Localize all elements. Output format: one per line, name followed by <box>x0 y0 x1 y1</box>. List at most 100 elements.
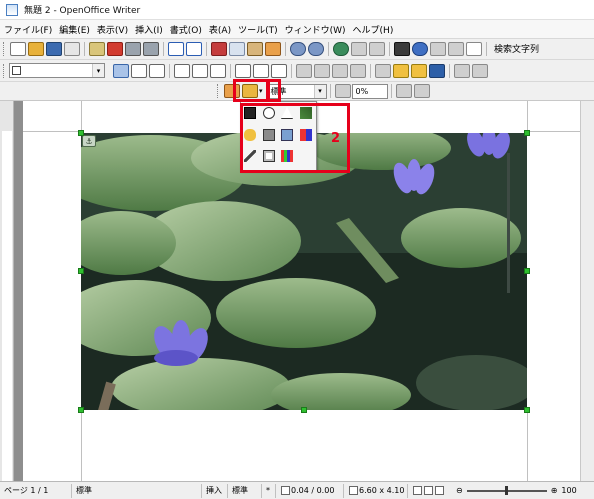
arrange-icon[interactable] <box>411 63 427 78</box>
vertical-ruler <box>0 101 14 481</box>
chevron-down-icon[interactable]: ▾ <box>92 64 104 77</box>
selection-mode[interactable]: 標準 <box>228 483 262 498</box>
anchor-icon[interactable] <box>429 63 445 78</box>
text-boundary <box>81 101 82 131</box>
redo-icon[interactable] <box>308 41 324 56</box>
menu-table[interactable]: 表(A) <box>209 23 231 36</box>
navigator-icon[interactable] <box>412 41 428 56</box>
align-center-icon[interactable] <box>192 63 208 78</box>
border-icon[interactable] <box>296 63 312 78</box>
undo-icon[interactable] <box>290 41 306 56</box>
toolbar-grip[interactable] <box>3 41 6 56</box>
menu-view[interactable]: 表示(V) <box>97 23 128 36</box>
selection-handle-bottom-left[interactable] <box>78 407 84 413</box>
picture-toolbar: ▾ 標準 ▾ 0% <box>0 81 594 101</box>
flip-vertical-icon[interactable] <box>395 84 412 98</box>
water-lily-photo[interactable] <box>81 133 527 410</box>
toolbar-grip[interactable] <box>217 84 220 98</box>
paste-icon[interactable] <box>247 41 263 56</box>
chevron-down-icon[interactable]: ▾ <box>313 84 326 98</box>
background-color-icon[interactable] <box>350 63 366 78</box>
cursor-position: 0.04 / 0.00 <box>276 483 344 498</box>
text-boundary <box>81 410 82 481</box>
align-left-icon[interactable] <box>174 63 190 78</box>
separator <box>230 63 231 78</box>
wrap-page-icon[interactable] <box>131 63 147 78</box>
title-bar: 無題 2 - OpenOffice Writer <box>0 0 594 20</box>
page-style[interactable]: 標準 <box>72 483 202 498</box>
align-bottom-icon[interactable] <box>271 63 287 78</box>
writer-app-icon <box>6 3 18 16</box>
highlight-filter-arrow <box>267 79 281 102</box>
selection-handle-bottom[interactable] <box>301 407 307 413</box>
open-folder-icon[interactable] <box>28 41 44 56</box>
align-right-icon[interactable] <box>210 63 226 78</box>
spellcheck-icon[interactable] <box>168 41 184 56</box>
selection-handle-bottom-right[interactable] <box>524 407 530 413</box>
page-indicator[interactable]: ページ 1 / 1 <box>0 483 72 498</box>
text-boundary <box>527 410 528 481</box>
data-sources-icon[interactable] <box>448 41 464 56</box>
cut-icon[interactable] <box>211 41 227 56</box>
separator <box>285 41 286 56</box>
border-color-icon[interactable] <box>332 63 348 78</box>
checkbox-icon <box>12 66 21 75</box>
separator <box>291 63 292 78</box>
find-replace-icon[interactable] <box>394 41 410 56</box>
vertical-scrollbar[interactable] <box>580 101 594 481</box>
zoom-slider[interactable] <box>466 485 547 495</box>
separator <box>390 84 392 98</box>
save-icon[interactable] <box>46 41 62 56</box>
selection-handle-top-right[interactable] <box>524 130 530 136</box>
zoom-out-icon[interactable]: ⊖ <box>456 486 463 495</box>
single-page-view-icon[interactable] <box>413 486 422 495</box>
copy-icon[interactable] <box>229 41 245 56</box>
export-pdf-icon[interactable] <box>107 41 123 56</box>
transparency-input[interactable]: 0% <box>351 83 388 99</box>
menu-file[interactable]: ファイル(F) <box>4 23 52 36</box>
new-document-icon[interactable] <box>10 41 26 56</box>
multi-page-view-icon[interactable] <box>424 486 433 495</box>
menu-window[interactable]: ウィンドウ(W) <box>285 23 346 36</box>
flip-horizontal-icon[interactable] <box>413 84 430 98</box>
line-style-icon[interactable] <box>314 63 330 78</box>
anchor-icon[interactable]: ⚓ <box>82 135 96 147</box>
table-icon[interactable] <box>351 41 367 56</box>
print-preview-icon[interactable] <box>143 41 159 56</box>
selection-handle-left[interactable] <box>78 268 84 274</box>
insert-mode[interactable]: 挿入 <box>202 483 228 498</box>
menu-bar: ファイル(F) 編集(E) 表示(V) 挿入(I) 書式(O) 表(A) ツール… <box>0 20 594 38</box>
zoom-level[interactable]: 100 <box>561 486 576 495</box>
email-icon[interactable] <box>64 41 80 56</box>
send-to-back-icon[interactable] <box>393 63 409 78</box>
bring-to-front-icon[interactable] <box>375 63 391 78</box>
menu-format[interactable]: 書式(O) <box>170 23 202 36</box>
align-middle-icon[interactable] <box>253 63 269 78</box>
link-frame-icon[interactable] <box>472 63 488 78</box>
selection-handle-top-left[interactable] <box>78 130 84 136</box>
wrap-through-icon[interactable] <box>149 63 165 78</box>
align-top-icon[interactable] <box>235 63 251 78</box>
edit-file-icon[interactable] <box>89 41 105 56</box>
toolbar-grip[interactable] <box>3 63 6 78</box>
gallery-icon[interactable] <box>430 41 446 56</box>
selection-handle-right[interactable] <box>524 268 530 274</box>
menu-edit[interactable]: 編集(E) <box>59 23 90 36</box>
menu-help[interactable]: ヘルプ(H) <box>353 23 394 36</box>
formatting-marks-icon[interactable] <box>466 41 482 56</box>
zoom-in-icon[interactable]: ⊕ <box>551 486 558 495</box>
autospellcheck-icon[interactable] <box>186 41 202 56</box>
menu-insert[interactable]: 挿入(I) <box>135 23 163 36</box>
search-label[interactable]: 検索文字列 <box>494 42 539 55</box>
properties-icon[interactable] <box>454 63 470 78</box>
wrap-off-icon[interactable] <box>113 63 129 78</box>
menu-tools[interactable]: ツール(T) <box>238 23 278 36</box>
book-view-icon[interactable] <box>435 486 444 495</box>
print-icon[interactable] <box>125 41 141 56</box>
clone-formatting-icon[interactable] <box>265 41 281 56</box>
hyperlink-icon[interactable] <box>333 41 349 56</box>
transparency-icon[interactable] <box>334 84 351 98</box>
show-draw-functions-icon[interactable] <box>369 41 385 56</box>
text-boundary <box>527 101 528 131</box>
style-combo[interactable]: ▾ <box>9 63 105 78</box>
